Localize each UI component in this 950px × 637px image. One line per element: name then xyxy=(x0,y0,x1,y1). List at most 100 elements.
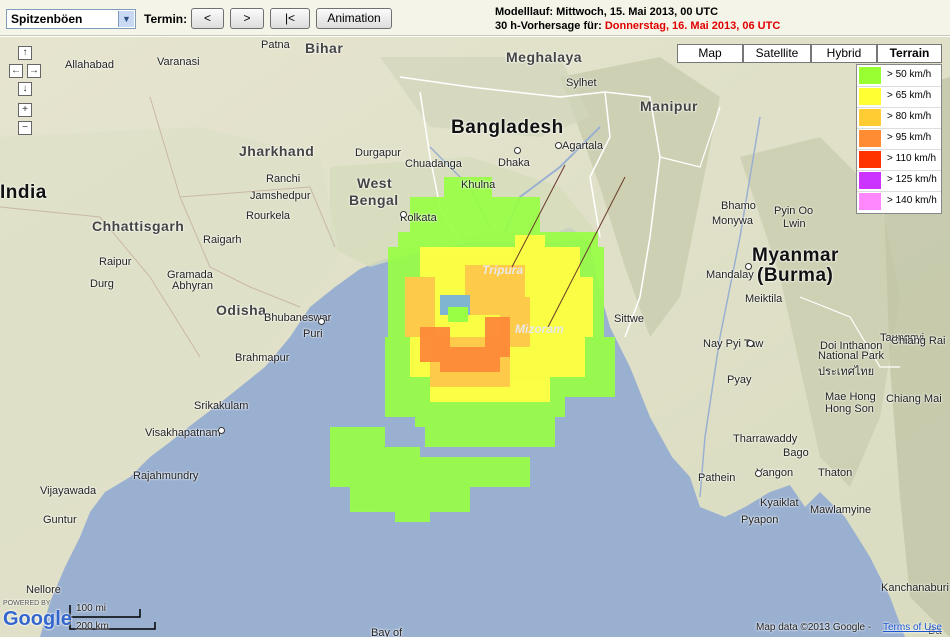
legend-row: > 125 km/h xyxy=(857,170,941,192)
map-canvas[interactable]: India Bangladesh Myanmar (Burma) Meghala… xyxy=(0,37,950,637)
label-mandalay: Mandalay xyxy=(706,269,754,281)
map-attribution: Map data ©2013 Google - xyxy=(756,622,872,633)
legend-label: > 125 km/h xyxy=(887,174,937,185)
label-mawlamyine: Mawlamyine xyxy=(810,504,872,516)
label-bihar: Bihar xyxy=(305,40,344,56)
legend-swatch xyxy=(859,88,881,105)
pan-down-button[interactable]: ↓ xyxy=(18,82,32,96)
label-patna: Patna xyxy=(261,39,290,51)
label-west: West xyxy=(357,175,393,191)
label-visakhapatnam: Visakhapatnam xyxy=(145,427,221,439)
label-monywa: Monywa xyxy=(712,215,753,227)
label-raigarh: Raigarh xyxy=(203,234,242,246)
label-varanasi: Varanasi xyxy=(157,56,200,68)
label-srikakulam: Srikakulam xyxy=(194,400,249,412)
powered-by: POWERED BY xyxy=(3,600,51,607)
animation-button[interactable]: Animation xyxy=(316,8,392,29)
label-tharrawaddy: Tharrawaddy xyxy=(733,433,798,445)
city-dot xyxy=(745,263,752,270)
tab-hybrid[interactable]: Hybrid xyxy=(811,44,877,63)
forecast-prefix: 30 h-Vorhersage für: xyxy=(495,20,605,32)
legend-row: > 140 km/h xyxy=(857,191,941,212)
label-meghalaya: Meghalaya xyxy=(506,49,583,65)
legend-label: > 140 km/h xyxy=(887,195,937,206)
legend-label: > 95 km/h xyxy=(887,132,932,143)
label-pyay: Pyay xyxy=(727,374,752,386)
tab-terrain[interactable]: Terrain xyxy=(877,44,942,63)
label-durg: Durg xyxy=(90,278,114,290)
legend-label: > 80 km/h xyxy=(887,111,932,122)
label-burma: (Burma) xyxy=(757,265,834,286)
pan-left-button[interactable]: ← xyxy=(9,64,23,78)
chevron-down-icon[interactable]: ▼ xyxy=(118,11,134,27)
label-chuadanga: Chuadanga xyxy=(405,158,462,170)
legend-swatch xyxy=(859,172,881,189)
legend-swatch xyxy=(859,109,881,126)
label-odisha: Odisha xyxy=(216,302,267,318)
label-chiangrai: Chiang Rai xyxy=(891,335,946,347)
label-hongson: Hong Son xyxy=(825,403,874,415)
toolbar: Spitzenböen ▼ Termin: < > |< Animation M… xyxy=(0,0,950,36)
label-kanchanaburi: Kanchanaburi xyxy=(881,582,949,594)
city-dot xyxy=(218,427,225,434)
label-naypyitaw: Nay Pyi Taw xyxy=(703,338,764,350)
legend-row: > 95 km/h xyxy=(857,128,941,150)
first-button[interactable]: |< xyxy=(270,8,310,29)
label-pyapon: Pyapon xyxy=(741,514,779,526)
label-ranchi: Ranchi xyxy=(266,173,301,185)
label-durgapur: Durgapur xyxy=(355,147,401,159)
label-nationalpark: National Park xyxy=(818,350,885,362)
label-dhaka: Dhaka xyxy=(498,157,530,169)
label-brahmapur: Brahmapur xyxy=(235,352,290,364)
label-thaton: Thaton xyxy=(818,467,853,479)
label-nellore: Nellore xyxy=(26,584,61,596)
label-pyinoo: Pyin Oo xyxy=(774,205,814,217)
scale-km: 200 km xyxy=(76,621,109,632)
label-meiktila: Meiktila xyxy=(745,293,783,305)
label-thailand-script: ประเทศไทย xyxy=(818,366,875,378)
legend-row: > 50 km/h xyxy=(857,65,941,87)
forecast-line: 30 h-Vorhersage für: Donnerstag, 16. Mai… xyxy=(495,19,780,33)
next-button[interactable]: > xyxy=(230,8,264,29)
label-vijayawada: Vijayawada xyxy=(40,485,97,497)
parameter-select[interactable]: Spitzenböen ▼ xyxy=(6,9,136,29)
legend-swatch xyxy=(859,130,881,147)
label-guntur: Guntur xyxy=(43,514,77,526)
label-rajahmundry: Rajahmundry xyxy=(133,470,199,482)
tab-map[interactable]: Map xyxy=(677,44,743,63)
city-dot xyxy=(400,211,407,218)
city-dot xyxy=(747,340,754,347)
google-logo: Google xyxy=(3,608,72,630)
city-dot xyxy=(555,142,562,149)
city-dot xyxy=(318,318,325,325)
parameter-select-value: Spitzenböen xyxy=(11,12,83,26)
label-allahabad: Allahabad xyxy=(65,59,114,71)
terms-link[interactable]: Terms of Use xyxy=(883,622,942,633)
label-tripura: Tripura xyxy=(482,263,524,277)
label-sittwe: Sittwe xyxy=(614,313,644,325)
legend-row: > 65 km/h xyxy=(857,86,941,108)
tab-satellite[interactable]: Satellite xyxy=(743,44,811,63)
zoom-in-button[interactable]: + xyxy=(18,103,32,117)
label-bengal: Bengal xyxy=(349,192,399,208)
legend-swatch xyxy=(859,151,881,168)
pan-right-button[interactable]: → xyxy=(27,64,41,78)
legend-swatch xyxy=(859,193,881,210)
legend-label: > 65 km/h xyxy=(887,90,932,101)
wind-gust-legend: > 50 km/h > 65 km/h > 80 km/h > 95 km/h … xyxy=(856,64,942,214)
forecast-time: Donnerstag, 16. Mai 2013, 06 UTC xyxy=(604,20,781,32)
label-manipur: Manipur xyxy=(640,98,698,114)
zoom-out-button[interactable]: − xyxy=(18,121,32,135)
label-lwin: Lwin xyxy=(783,218,806,230)
city-dot xyxy=(755,470,762,477)
label-abhyran: Abhyran xyxy=(172,280,213,292)
label-agartala: Agartala xyxy=(562,140,603,152)
label-bayof: Bay of xyxy=(371,627,403,637)
model-run-text: Modelllauf: Mittwoch, 15. Mai 2013, 00 U… xyxy=(495,6,719,18)
label-sylhet: Sylhet xyxy=(566,77,597,89)
prev-button[interactable]: < xyxy=(191,8,224,29)
label-rourkela: Rourkela xyxy=(246,210,291,222)
pan-up-button[interactable]: ↑ xyxy=(18,46,32,60)
label-bhamo: Bhamo xyxy=(721,200,756,212)
city-dot xyxy=(514,147,521,154)
